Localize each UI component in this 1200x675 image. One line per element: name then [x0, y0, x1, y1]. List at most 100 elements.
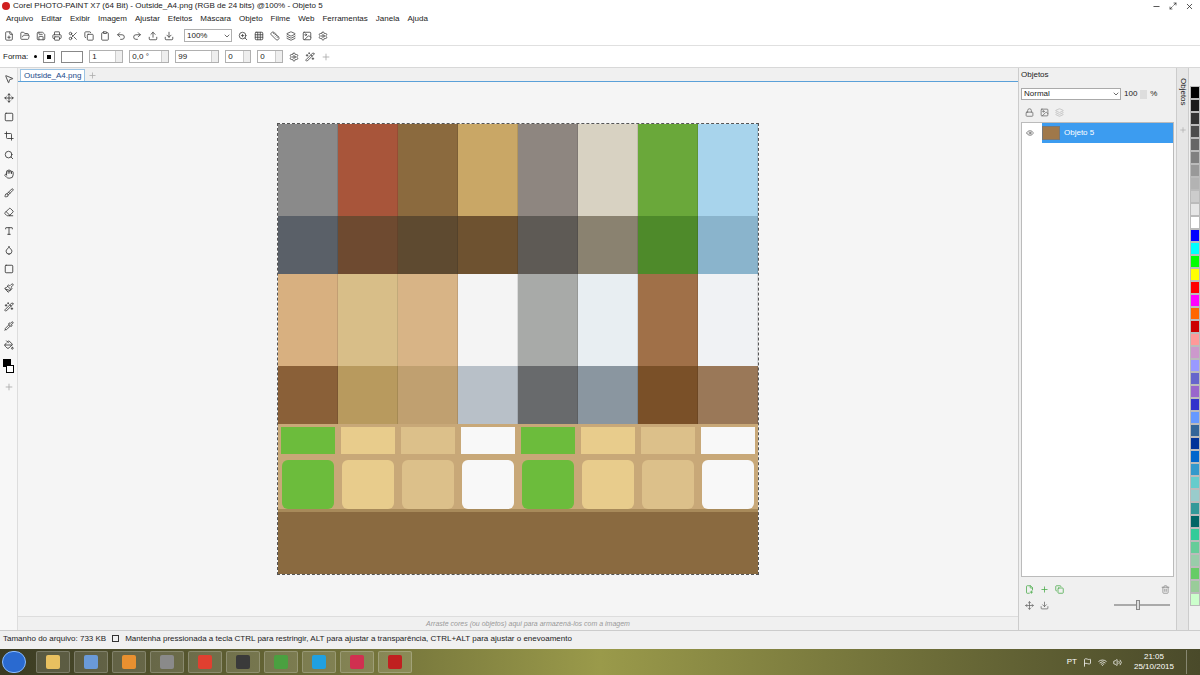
tileset-image[interactable]	[277, 123, 759, 575]
spin-arrows-icon[interactable]	[275, 51, 282, 62]
menu-item[interactable]: Ferramentas	[318, 15, 371, 23]
palette-swatch[interactable]	[1190, 411, 1200, 424]
palette-swatch[interactable]	[1190, 242, 1200, 255]
menu-item[interactable]: Máscara	[196, 15, 235, 23]
maximize-icon[interactable]	[1169, 2, 1177, 10]
redo-icon[interactable]	[132, 31, 142, 41]
palette-swatch[interactable]	[1190, 320, 1200, 333]
docker-side-tab[interactable]: Objetos	[1176, 68, 1188, 630]
effect-tool-icon[interactable]	[4, 245, 14, 255]
spin-field[interactable]: 0	[225, 50, 251, 63]
options-icon[interactable]	[318, 31, 328, 41]
menu-item[interactable]: Arquivo	[2, 15, 37, 23]
palette-swatch[interactable]	[1190, 437, 1200, 450]
clone-tool-icon[interactable]	[4, 302, 14, 312]
volume-icon[interactable]	[1113, 658, 1122, 667]
taskbar-app[interactable]	[226, 651, 260, 673]
palette-swatch[interactable]	[1190, 528, 1200, 541]
visibility-icon[interactable]	[1026, 129, 1034, 137]
palette-swatch[interactable]	[1190, 567, 1200, 580]
menu-item[interactable]: Janela	[372, 15, 404, 23]
palette-swatch[interactable]	[1190, 554, 1200, 567]
object-row[interactable]: Objeto 5	[1022, 123, 1173, 143]
spin-field[interactable]: 1	[89, 50, 123, 63]
close-icon[interactable]	[1185, 2, 1194, 11]
palette-swatch[interactable]	[1190, 515, 1200, 528]
undo-icon[interactable]	[116, 31, 126, 41]
document-tab[interactable]: Outside_A4.png	[20, 69, 85, 81]
paste-icon[interactable]	[100, 31, 110, 41]
start-button[interactable]	[2, 651, 26, 673]
palette-swatch[interactable]	[1190, 346, 1200, 359]
taskbar-app[interactable]	[188, 651, 222, 673]
clip-icon[interactable]	[1055, 108, 1064, 117]
settings-icon[interactable]	[289, 52, 299, 62]
spin-arrows-icon[interactable]	[161, 51, 168, 62]
menu-item[interactable]: Editar	[37, 15, 66, 23]
palette-swatch[interactable]	[1190, 385, 1200, 398]
palette-swatch[interactable]	[1190, 86, 1200, 99]
copy-icon[interactable]	[84, 31, 94, 41]
move-tool-icon[interactable]	[4, 93, 14, 103]
paint-tool-icon[interactable]	[4, 283, 14, 293]
palette-swatch[interactable]	[1190, 502, 1200, 515]
delete-icon[interactable]	[1161, 585, 1170, 594]
taskbar-app[interactable]	[264, 651, 298, 673]
palette-swatch[interactable]	[1190, 307, 1200, 320]
mask-icon[interactable]	[1040, 108, 1049, 117]
open-icon[interactable]	[20, 31, 30, 41]
dropdown-arrow-icon[interactable]	[1112, 90, 1120, 98]
lock-icon[interactable]	[1025, 108, 1034, 117]
spin-arrows-icon[interactable]	[211, 51, 218, 62]
new-tab-icon[interactable]	[88, 71, 97, 80]
text-tool-icon[interactable]	[4, 226, 14, 236]
image-icon[interactable]	[302, 31, 312, 41]
taskbar-app[interactable]	[340, 651, 374, 673]
menu-item[interactable]: Efeitos	[164, 15, 196, 23]
import-icon[interactable]	[148, 31, 158, 41]
taskbar-app[interactable]	[150, 651, 184, 673]
pick-tool-icon[interactable]	[4, 74, 14, 84]
ruler-icon[interactable]	[270, 31, 280, 41]
fill-tool-icon[interactable]	[4, 340, 14, 350]
network-icon[interactable]	[1098, 658, 1107, 667]
menu-item[interactable]: Web	[294, 15, 318, 23]
add-icon[interactable]	[321, 52, 331, 62]
palette-swatch[interactable]	[1190, 489, 1200, 502]
palette-swatch[interactable]	[1190, 593, 1200, 606]
palette-swatch[interactable]	[1190, 229, 1200, 242]
grid-icon[interactable]	[254, 31, 264, 41]
taskbar-app[interactable]	[74, 651, 108, 673]
palette-swatch[interactable]	[1190, 476, 1200, 489]
palette-swatch[interactable]	[1190, 372, 1200, 385]
palette-swatch[interactable]	[1190, 255, 1200, 268]
add-tool-icon[interactable]	[4, 382, 14, 392]
opacity-value[interactable]: 100	[1124, 90, 1137, 98]
palette-swatch[interactable]	[1190, 164, 1200, 177]
palette-swatch[interactable]	[1190, 112, 1200, 125]
combine-icon[interactable]	[1040, 601, 1049, 610]
show-desktop-button[interactable]	[1186, 650, 1194, 674]
palette-swatch[interactable]	[1190, 580, 1200, 593]
menu-item[interactable]: Filme	[267, 15, 295, 23]
canvas[interactable]	[18, 81, 1018, 616]
color-swatches[interactable]	[3, 359, 14, 373]
brush-tool-icon[interactable]	[4, 188, 14, 198]
dot-icon[interactable]	[34, 55, 37, 58]
taskbar-app[interactable]	[112, 651, 146, 673]
palette-swatch[interactable]	[1190, 203, 1200, 216]
cut-icon[interactable]	[68, 31, 78, 41]
dropdown-arrow-icon[interactable]	[223, 32, 231, 40]
shape-tool-icon[interactable]	[4, 264, 14, 274]
clock[interactable]: 21:0525/10/2015	[1134, 652, 1174, 672]
palette-swatch[interactable]	[1190, 463, 1200, 476]
shape-dropdown[interactable]	[61, 51, 83, 63]
palette-swatch[interactable]	[1190, 177, 1200, 190]
palette-swatch[interactable]	[1190, 294, 1200, 307]
action-center-icon[interactable]	[1083, 658, 1092, 667]
layers-icon[interactable]	[286, 31, 296, 41]
taskbar-app[interactable]	[36, 651, 70, 673]
menu-item[interactable]: Ajustar	[131, 15, 164, 23]
add-docker-icon[interactable]	[1179, 126, 1187, 134]
palette-swatch[interactable]	[1190, 333, 1200, 346]
